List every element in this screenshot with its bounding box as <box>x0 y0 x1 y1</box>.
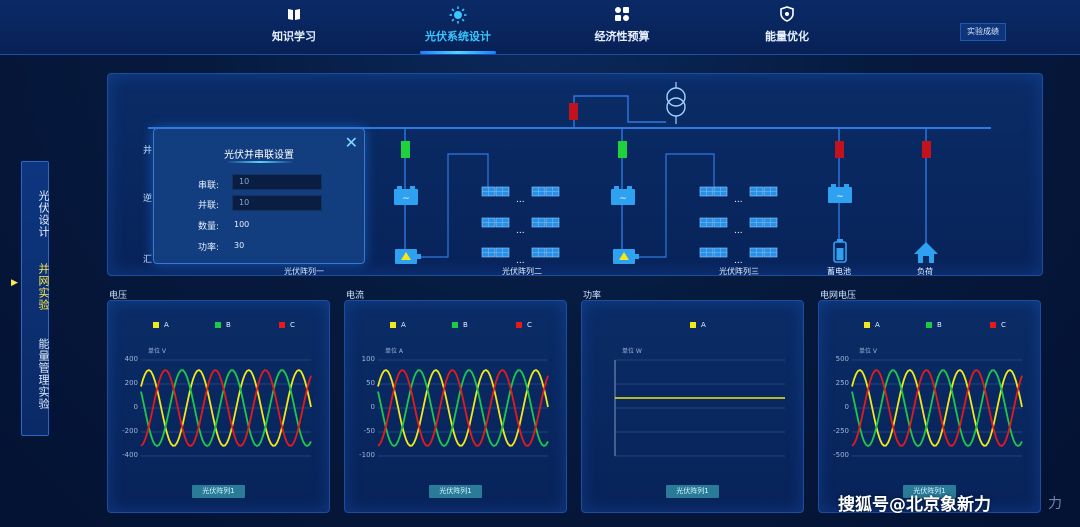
shield-icon <box>764 6 810 28</box>
svg-text:...: ... <box>734 226 743 236</box>
svg-text:...: ... <box>516 226 525 236</box>
array2-inverter-icon <box>611 186 635 205</box>
y-tick-label: 50 <box>366 379 375 387</box>
grid-voltage-chart-panel: A B C 单位 V 500 250 0 -250 -500 光伏阵列1 <box>818 300 1041 513</box>
select-array-button[interactable]: 光伏阵列1 <box>429 485 482 498</box>
svg-text:...: ... <box>516 195 525 205</box>
voltage-chart-panel: A B C 单位 V 400 200 0 -200 -400 光伏阵列1 <box>107 300 330 513</box>
active-sidebar-arrow-icon: ▶ <box>11 278 18 288</box>
storage-inverter-icon <box>828 184 852 203</box>
current-chart-panel: A B C 单位 A 100 50 0 -50 -100 光伏阵列1 <box>344 300 567 513</box>
experiment-score-button[interactable]: 实验成绩 <box>960 23 1006 41</box>
dialog-title: 光伏并串联设置 <box>224 150 294 161</box>
svg-text:...: ... <box>734 195 743 205</box>
nav-item-budget[interactable]: 经济性预算 <box>593 6 651 54</box>
y-tick-label: 400 <box>124 355 138 363</box>
nav-item-energy-optimization[interactable]: 能量优化 <box>764 6 810 54</box>
y-tick-label: -250 <box>833 427 849 435</box>
row-label-combiner: 汇 <box>143 255 153 265</box>
series-parallel-settings-dialog: ✕ 光伏并串联设置 串联: 10 并联: 10 数量: 100 功率: 30 <box>153 128 365 264</box>
y-tick-label: 0 <box>844 403 849 411</box>
array2-label: 光伏阵列二 <box>502 267 542 276</box>
top-navigation-bar: 知识学习 光伏系统设计 经济性预算 能量优化 实验成绩 <box>0 0 1080 55</box>
svg-text:...: ... <box>734 256 743 266</box>
nav-label: 知识学习 <box>272 30 316 43</box>
y-tick-label: 250 <box>835 379 849 387</box>
series-label: 串联: <box>198 181 220 191</box>
main-breaker-switch[interactable] <box>569 103 578 120</box>
y-tick-label: -200 <box>122 427 138 435</box>
sidebar-item-pv-design[interactable]: 光伏设计 <box>22 186 50 242</box>
watermark-logo-icon: 力 <box>1048 496 1062 512</box>
storage-label: 蓄电池 <box>827 267 851 276</box>
load-label: 负荷 <box>917 267 933 276</box>
waveform-plot <box>851 359 1023 457</box>
y-tick-label: -400 <box>122 451 138 459</box>
count-label: 数量: <box>198 222 220 232</box>
battery-icon <box>833 239 847 263</box>
array3-panels: ... ... ... <box>699 186 778 266</box>
select-array-button[interactable]: 光伏阵列1 <box>666 485 719 498</box>
array2-combiner-icon <box>613 249 639 264</box>
parallel-label: 并联: <box>198 201 220 211</box>
y-tick-label: 100 <box>361 355 375 363</box>
waveform-plot <box>614 359 785 457</box>
array2-switch[interactable] <box>618 141 627 158</box>
array1-combiner-icon <box>395 249 421 264</box>
active-tab-indicator <box>420 51 496 54</box>
nav-item-knowledge[interactable]: 知识学习 <box>272 6 316 54</box>
array1-switch[interactable] <box>401 141 410 158</box>
nav-item-pv-design[interactable]: 光伏系统设计 <box>420 6 496 54</box>
watermark-text: 搜狐号@北京象新力 <box>838 495 991 515</box>
y-tick-label: -100 <box>359 451 375 459</box>
y-tick-label: 0 <box>133 403 138 411</box>
load-switch[interactable] <box>922 141 931 158</box>
count-value: 100 <box>234 220 250 229</box>
array1-inverter-icon <box>394 186 418 205</box>
sidebar-item-energy-management[interactable]: 能量管理实验 <box>22 332 50 416</box>
y-tick-label: -500 <box>833 451 849 459</box>
row-label-grid: 并 <box>143 146 153 156</box>
house-load-icon <box>914 242 938 263</box>
series-input[interactable]: 10 <box>232 174 322 190</box>
select-array-button[interactable]: 光伏阵列1 <box>192 485 245 498</box>
parallel-input[interactable]: 10 <box>232 195 322 211</box>
storage-switch[interactable] <box>835 141 844 158</box>
power-value: 30 <box>234 241 245 250</box>
grid-icon <box>593 6 651 28</box>
nav-label: 光伏系统设计 <box>425 30 491 43</box>
title-underline <box>226 161 294 163</box>
y-tick-label: 0 <box>370 403 375 411</box>
y-tick-label: 200 <box>124 379 138 387</box>
transformer-icon <box>666 82 686 124</box>
nav-label: 经济性预算 <box>594 30 650 43</box>
y-tick-label: -50 <box>363 427 375 435</box>
array3-label: 光伏阵列三 <box>719 267 759 276</box>
array1-label: 光伏阵列一 <box>284 267 324 276</box>
left-sidebar: 光伏设计 并网实验 能量管理实验 <box>21 161 50 436</box>
y-tick-label: 500 <box>835 355 849 363</box>
book-icon <box>272 6 316 28</box>
row-label-inverter: 逆 <box>143 194 153 204</box>
waveform-plot <box>377 359 549 457</box>
nav-label: 能量优化 <box>765 30 809 43</box>
waveform-plot <box>140 359 312 457</box>
sun-icon <box>424 6 492 28</box>
array2-panels: ... ... ... <box>481 186 560 266</box>
power-chart-panel: A 单位 W 光伏阵列1 <box>581 300 804 513</box>
sidebar-item-grid-experiment[interactable]: 并网实验 <box>22 259 50 315</box>
power-label: 功率: <box>198 243 220 253</box>
svg-text:...: ... <box>516 256 525 266</box>
